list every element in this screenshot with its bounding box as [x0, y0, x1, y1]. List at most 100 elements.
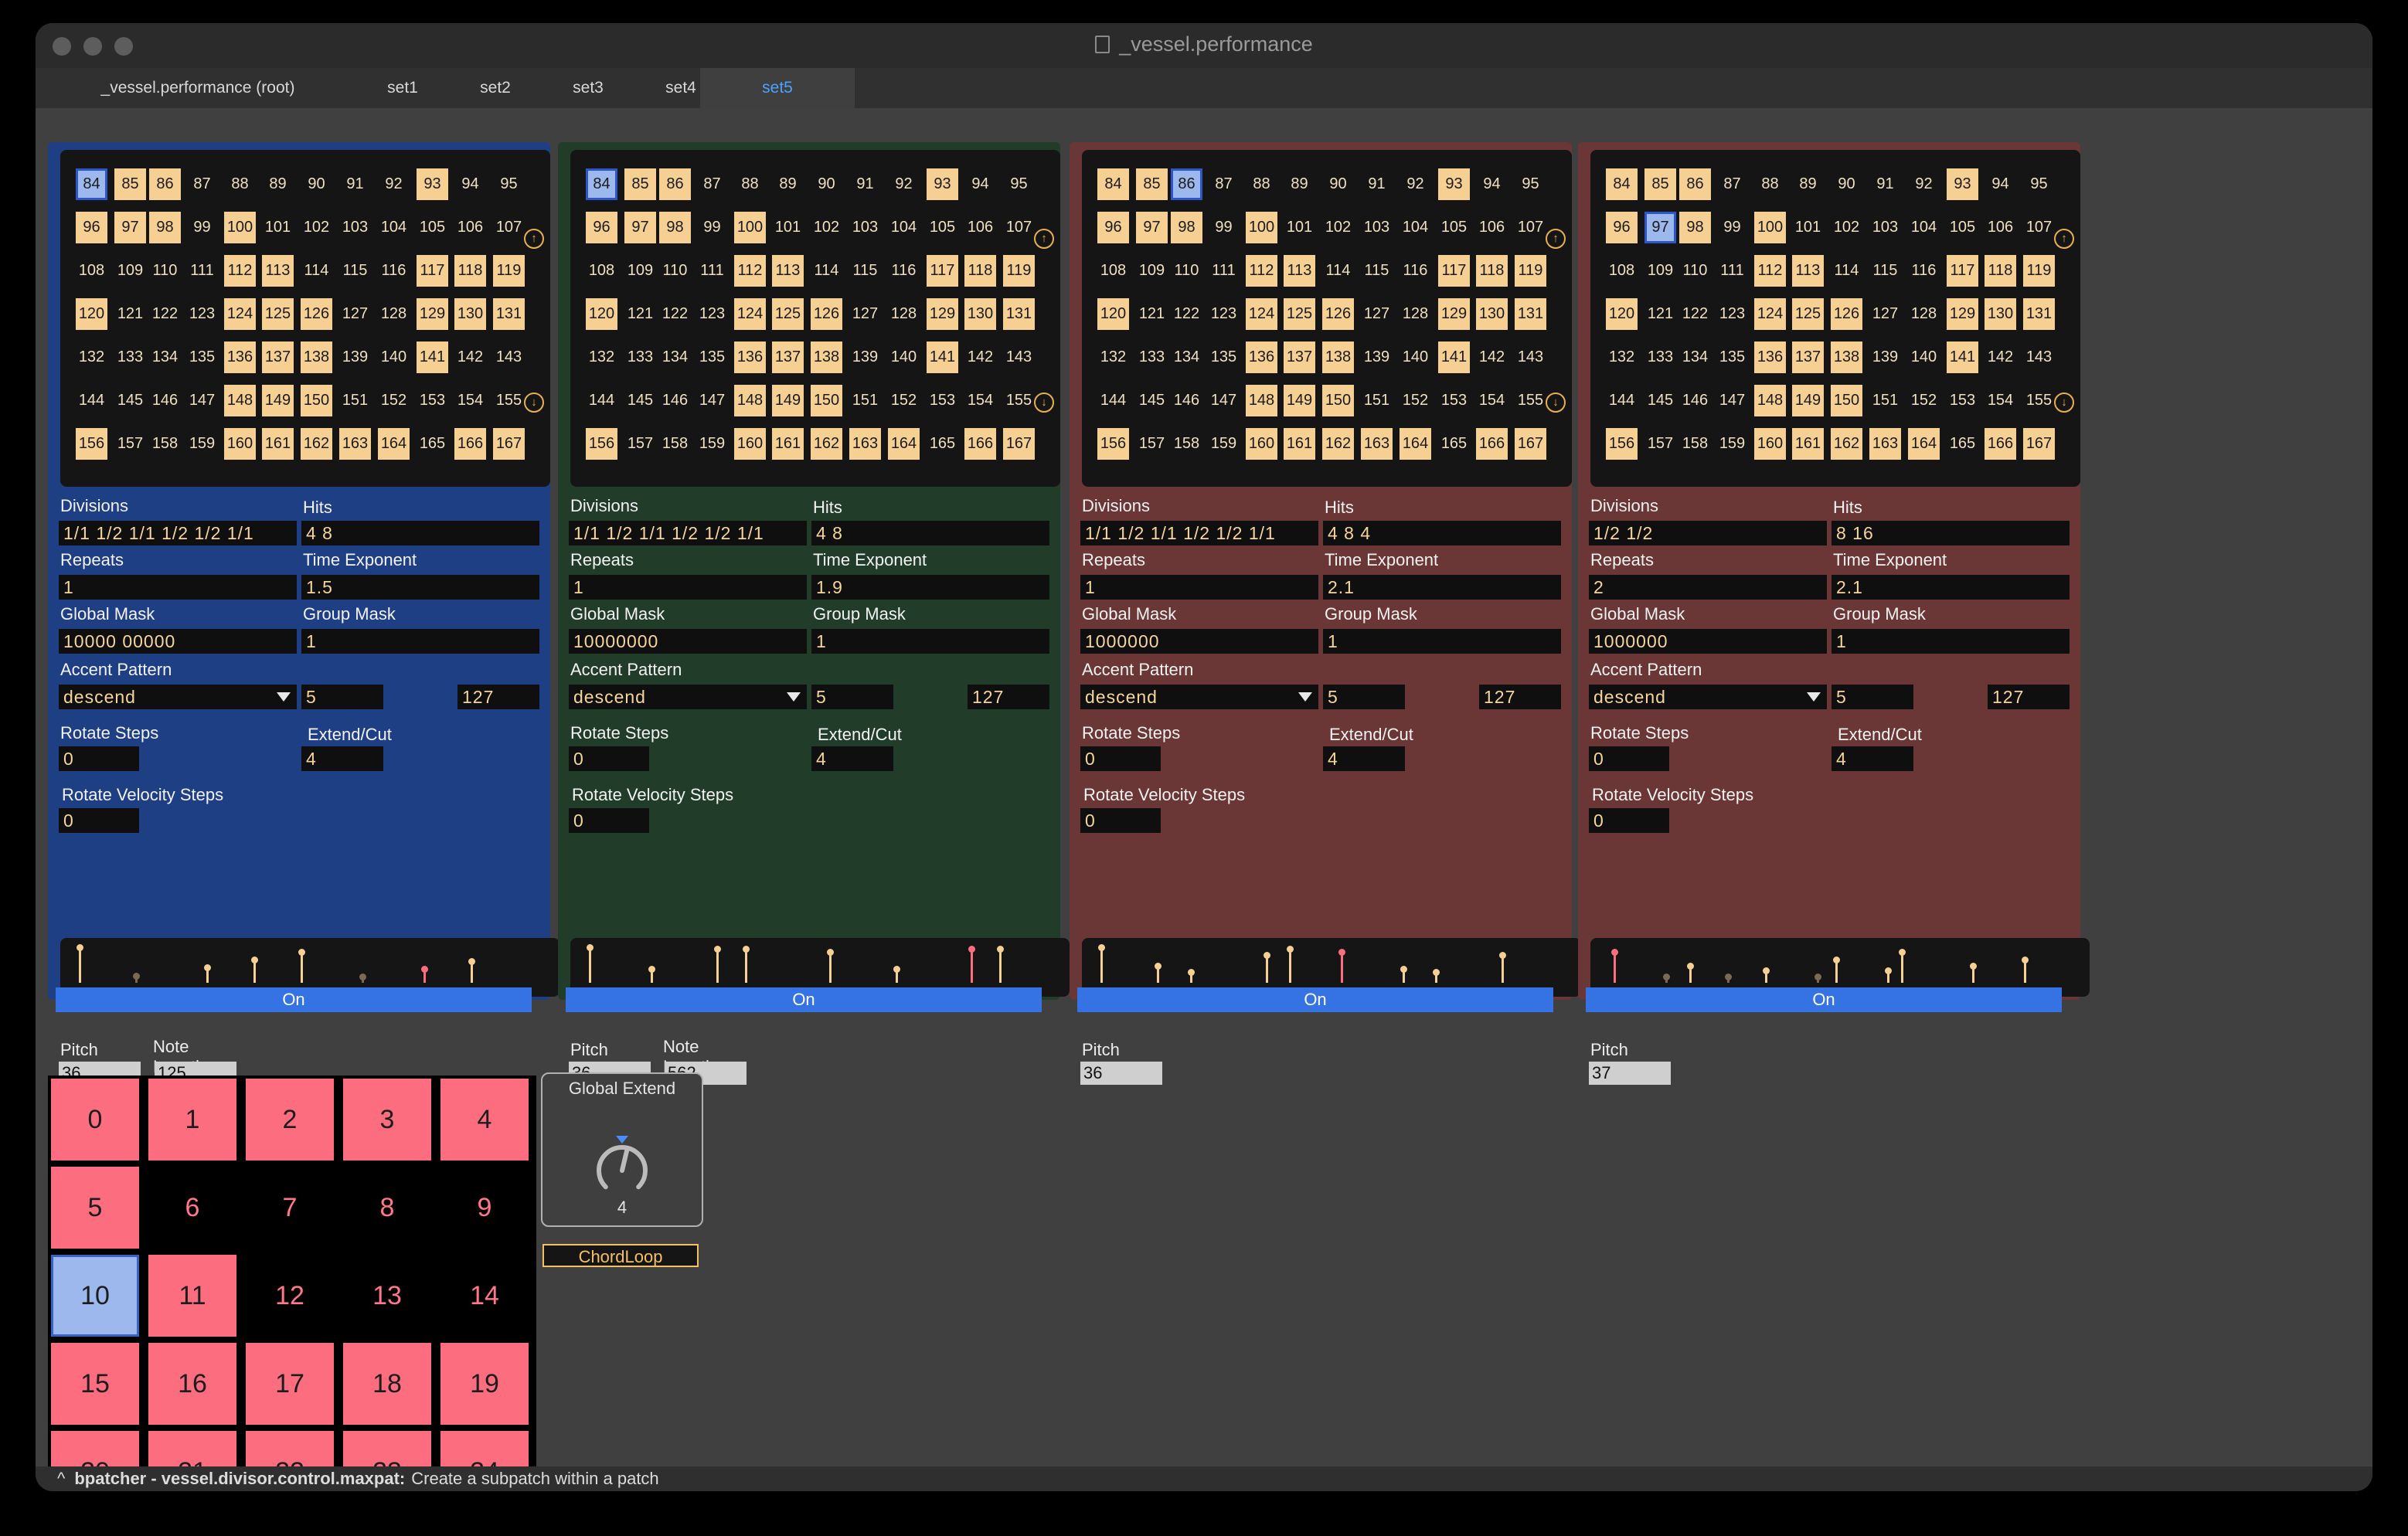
note-cell[interactable]: 167	[493, 428, 525, 460]
note-cell[interactable]: 125	[262, 298, 294, 330]
note-cell[interactable]: 149	[262, 385, 294, 416]
note-cell[interactable]: 119	[2023, 255, 2055, 287]
matrix-cell[interactable]: 16	[148, 1343, 236, 1425]
note-cell[interactable]: 84	[1606, 168, 1638, 200]
note-cell[interactable]: 122	[1171, 298, 1202, 330]
time-exponent-field[interactable]: 1.5	[301, 575, 539, 600]
note-cell[interactable]: 132	[1097, 342, 1129, 373]
chordloop-button[interactable]: ChordLoop	[542, 1244, 699, 1267]
note-cell[interactable]: 87	[186, 168, 218, 200]
note-cell[interactable]: 117	[927, 255, 958, 287]
note-cell[interactable]: 164	[1400, 428, 1431, 460]
note-cell[interactable]: 88	[224, 168, 256, 200]
note-cell[interactable]: 131	[2023, 298, 2055, 330]
note-cell[interactable]: 122	[1679, 298, 1711, 330]
note-cell[interactable]: 119	[1003, 255, 1035, 287]
note-cell[interactable]: 115	[1869, 255, 1901, 287]
note-cell[interactable]: 95	[493, 168, 525, 200]
matrix-cell[interactable]: 2	[246, 1079, 334, 1160]
note-cell[interactable]: 93	[927, 168, 958, 200]
note-cell[interactable]: 165	[927, 428, 958, 460]
matrix-cell[interactable]: 0	[51, 1079, 139, 1160]
note-cell[interactable]: 98	[659, 212, 691, 243]
note-cell[interactable]: 99	[696, 212, 728, 243]
note-cell[interactable]: 114	[301, 255, 332, 287]
note-cell[interactable]: 123	[186, 298, 218, 330]
note-cell[interactable]: 120	[1097, 298, 1129, 330]
note-cell[interactable]: 147	[186, 385, 218, 416]
dial-knob-icon[interactable]	[576, 1128, 668, 1205]
extend-cut-field[interactable]: 4	[811, 746, 893, 771]
note-cell[interactable]: 140	[888, 342, 920, 373]
note-cell[interactable]: 98	[1679, 212, 1711, 243]
note-cell[interactable]: 167	[1515, 428, 1546, 460]
note-cell[interactable]: 113	[1284, 255, 1315, 287]
note-cell[interactable]: 92	[888, 168, 920, 200]
note-cell[interactable]: 101	[1792, 212, 1824, 243]
note-cell[interactable]: 128	[1400, 298, 1431, 330]
time-exponent-field[interactable]: 2.1	[1323, 575, 1561, 600]
time-exponent-field[interactable]: 1.9	[811, 575, 1049, 600]
note-cell[interactable]: 86	[149, 168, 181, 200]
accent-min-field[interactable]: 5	[301, 685, 383, 709]
note-cell[interactable]: 159	[696, 428, 728, 460]
note-cell[interactable]: 130	[1476, 298, 1508, 330]
matrix-cell[interactable]: 14	[440, 1255, 529, 1337]
note-cell[interactable]: 153	[417, 385, 448, 416]
note-cell[interactable]: 108	[586, 255, 617, 287]
note-cell[interactable]: 113	[772, 255, 804, 287]
accent-pattern-dropdown[interactable]: descend	[1589, 685, 1827, 709]
note-cell[interactable]: 141	[927, 342, 958, 373]
note-cell[interactable]: 143	[1515, 342, 1546, 373]
tab-set2[interactable]: set2	[453, 68, 538, 108]
matrix-cell[interactable]: 1	[148, 1079, 236, 1160]
note-cell[interactable]: 89	[772, 168, 804, 200]
accent-pattern-dropdown[interactable]: descend	[569, 685, 807, 709]
note-cell[interactable]: 138	[1831, 342, 1862, 373]
note-cell[interactable]: 151	[1869, 385, 1901, 416]
note-cell[interactable]: 144	[76, 385, 107, 416]
note-cell[interactable]: 109	[1136, 255, 1168, 287]
note-cell[interactable]: 91	[1869, 168, 1901, 200]
time-exponent-field[interactable]: 2.1	[1832, 575, 2070, 600]
note-cell[interactable]: 118	[1985, 255, 2016, 287]
scroll-down-icon[interactable]: ↓	[1034, 392, 1054, 413]
note-cell[interactable]: 152	[1400, 385, 1431, 416]
matrix-cell[interactable]: 11	[148, 1255, 236, 1337]
note-cell[interactable]: 140	[1908, 342, 1940, 373]
hits-field[interactable]: 4 8 4	[1323, 521, 1561, 545]
note-cell[interactable]: 127	[339, 298, 371, 330]
note-cell[interactable]: 106	[1476, 212, 1508, 243]
accent-max-field[interactable]: 127	[1988, 685, 2070, 709]
matrix-cell[interactable]: 21	[148, 1431, 236, 1466]
note-cell[interactable]: 148	[1246, 385, 1277, 416]
note-cell[interactable]: 114	[1322, 255, 1354, 287]
note-cell[interactable]: 139	[849, 342, 881, 373]
note-cell[interactable]: 128	[378, 298, 410, 330]
note-cell[interactable]: 141	[1947, 342, 1978, 373]
note-cell[interactable]: 90	[301, 168, 332, 200]
note-cell[interactable]: 151	[1361, 385, 1393, 416]
note-cell[interactable]: 99	[1208, 212, 1240, 243]
note-cell[interactable]: 100	[1754, 212, 1786, 243]
matrix-cell[interactable]: 10	[51, 1255, 139, 1337]
note-cell[interactable]: 93	[1947, 168, 1978, 200]
note-cell[interactable]: 149	[1792, 385, 1824, 416]
note-cell[interactable]: 97	[1644, 212, 1676, 243]
note-cell[interactable]: 142	[1985, 342, 2016, 373]
note-cell[interactable]: 125	[772, 298, 804, 330]
note-cell[interactable]: 165	[1438, 428, 1470, 460]
note-cell[interactable]: 148	[1754, 385, 1786, 416]
note-cell[interactable]: 146	[149, 385, 181, 416]
note-cell[interactable]: 153	[927, 385, 958, 416]
divisions-field[interactable]: 1/2 1/2	[1589, 521, 1827, 545]
note-cell[interactable]: 119	[1515, 255, 1546, 287]
rotate-velocity-steps-field[interactable]: 0	[59, 808, 139, 833]
note-cell[interactable]: 133	[114, 342, 146, 373]
note-cell[interactable]: 85	[1644, 168, 1676, 200]
note-cell[interactable]: 113	[262, 255, 294, 287]
note-cell[interactable]: 133	[624, 342, 656, 373]
rotate-steps-field[interactable]: 0	[569, 746, 649, 771]
note-cell[interactable]: 108	[1606, 255, 1638, 287]
note-cell[interactable]: 109	[114, 255, 146, 287]
